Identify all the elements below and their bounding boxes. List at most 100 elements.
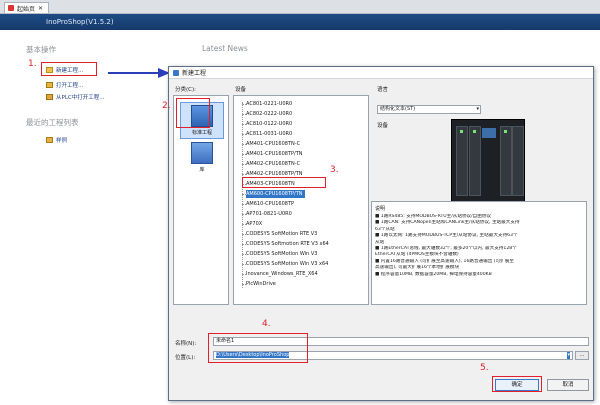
device-module <box>456 126 468 196</box>
device-item[interactable]: AC811-0031-U0R0 <box>242 130 294 138</box>
device-list-label: 设备 <box>235 87 247 93</box>
device-item[interactable]: CODESYS Softmotion RTE V3 x64 <box>242 240 331 248</box>
dialog-title: 新建工程 <box>182 70 207 77</box>
tree-connector <box>242 274 246 275</box>
open-from-plc-link[interactable]: 从PLC中打开工程... <box>46 93 104 101</box>
device-item[interactable]: PlcWinDrive <box>242 280 278 288</box>
tab-label: 起始页 <box>17 5 36 13</box>
device-module <box>512 126 524 196</box>
device-item-label: Inovance_Windows_RTE_X64 <box>246 271 318 277</box>
description-label: 说明 <box>375 206 386 212</box>
device-module <box>500 126 512 196</box>
device-item-label: AC802-0222-U0R0 <box>246 111 293 117</box>
device-display <box>482 128 496 138</box>
device-item[interactable]: Inovance_Windows_RTE_X64 <box>242 270 320 278</box>
device-module <box>469 126 481 196</box>
annotation-box-2 <box>176 98 210 128</box>
device-item[interactable]: CODESYS SoftMotion Win V3 <box>242 250 319 258</box>
annotation-step-2: 2. <box>162 101 171 111</box>
annotation-step-4: 4. <box>262 319 271 329</box>
device-item[interactable]: CODESYS SoftMotion Win V3 x64 <box>242 260 330 268</box>
open-project-link[interactable]: 打开工程... <box>46 81 83 89</box>
latest-news-heading: Latest News <box>202 44 248 53</box>
device-item-label: AM401-CPU1608TN-C <box>246 141 301 147</box>
device-item[interactable]: AC801-0221-U0R0 <box>242 100 294 108</box>
tree-connector <box>242 134 246 135</box>
tree-connector <box>242 264 246 265</box>
device-item-label: AC811-0031-U0R0 <box>246 131 293 137</box>
language-value: 结构化文本(ST) <box>380 106 416 112</box>
device-item-label: AM401-CPU1608TP/TN <box>246 151 303 157</box>
annotation-step-1: 1. <box>28 59 37 69</box>
annotation-step-3: 3. <box>330 165 339 175</box>
chevron-down-icon[interactable]: ▾ <box>567 352 570 359</box>
device-item-label: CODESYS SoftMotion Win V3 x64 <box>246 261 329 267</box>
project-folder-icon <box>46 137 53 143</box>
tree-connector <box>242 254 246 255</box>
dialog-titlebar: 新建工程 <box>169 67 593 79</box>
browse-button[interactable]: … <box>575 351 589 360</box>
tree-connector <box>242 144 246 145</box>
language-label: 语言 <box>377 87 389 93</box>
tab-start-page[interactable]: 起始页 ✕ <box>4 2 50 13</box>
device-item-label: AC810-0122-U0R0 <box>246 121 293 127</box>
tree-connector <box>242 154 246 155</box>
device-item-label: CODESYS Softmotion RTE V3 x64 <box>246 241 329 247</box>
device-item-label: CODESYS SoftMotion RTE V3 <box>246 231 318 237</box>
device-item-label: AM610-CPU1608TP <box>246 201 295 207</box>
device-item-label: PlcWinDrive <box>246 281 276 287</box>
status-led <box>473 130 476 133</box>
annotation-step-5: 5. <box>480 363 489 373</box>
device-item[interactable]: AM401-CPU1608TN-C <box>242 140 302 148</box>
cancel-button[interactable]: 取消 <box>547 379 589 391</box>
device-item[interactable]: CODESYS SoftMotion RTE V3 <box>242 230 319 238</box>
status-led <box>460 130 463 133</box>
plc-open-icon <box>46 94 53 100</box>
device-item-label: CODESYS SoftMotion Win V3 <box>246 251 318 257</box>
device-item[interactable]: AP701-0821-U0R0 <box>242 210 294 218</box>
device-image <box>451 119 525 203</box>
tab-bar: 起始页 ✕ <box>0 0 600 14</box>
tree-connector <box>242 244 246 245</box>
library-icon <box>191 142 213 164</box>
annotation-box-1 <box>41 62 97 76</box>
close-icon[interactable]: ✕ <box>38 5 43 12</box>
language-select[interactable]: 结构化文本(ST) ▾ <box>377 105 481 114</box>
tree-connector <box>242 124 246 125</box>
tree-line <box>242 102 243 288</box>
tree-connector <box>242 284 246 285</box>
annotation-arrow <box>108 68 170 78</box>
tree-connector <box>242 164 246 165</box>
device-list: AC801-0221-U0R0 AC802-0222-U0R0 AC810-0122… <box>233 95 369 305</box>
device-item[interactable]: AM610-CPU1608TP <box>242 200 296 208</box>
category-library[interactable]: 库 <box>180 140 224 175</box>
category-library-label: 库 <box>199 167 205 173</box>
tree-connector <box>242 224 246 225</box>
description-line: ■ 程序容量10MB, 数据容量20MB, 掉电保持容量400KB <box>375 271 492 277</box>
recent-project-label: 样例 <box>56 138 68 144</box>
device-item[interactable]: AC802-0222-U0R0 <box>242 110 294 118</box>
device-item[interactable]: AM401-CPU1608TP/TN <box>242 150 305 158</box>
category-label: 分类(C): <box>175 87 196 93</box>
recent-project-item[interactable]: 样例 <box>46 136 67 144</box>
annotation-box-5 <box>492 376 542 392</box>
device-item[interactable]: AM600-CPU1608TP/TN <box>242 190 305 198</box>
tree-connector <box>242 114 246 115</box>
tree-connector <box>242 174 246 175</box>
app-title: InoProShop(V1.5.2) <box>46 18 114 26</box>
name-label: 名称(N): <box>175 341 197 347</box>
device-image-label: 设备 <box>377 123 389 129</box>
start-page-icon <box>8 5 14 11</box>
tree-connector <box>242 194 246 195</box>
device-description: 说明 ■ 1路RS485: 支持MODBUS-RTU主/从站协议/自由协议 ■ 1… <box>371 201 587 305</box>
open-folder-icon <box>46 82 53 88</box>
device-item[interactable]: AM402-CPU1608TN-C <box>242 160 302 168</box>
open-project-label: 打开工程... <box>56 83 84 89</box>
annotation-box-3 <box>242 177 326 188</box>
device-item-label: AC801-0221-U0R0 <box>246 101 293 107</box>
tree-connector <box>242 214 246 215</box>
device-item[interactable]: AP70X <box>242 220 264 228</box>
tree-connector <box>242 234 246 235</box>
annotation-box-4 <box>208 333 308 363</box>
device-item[interactable]: AC810-0122-U0R0 <box>242 120 294 128</box>
